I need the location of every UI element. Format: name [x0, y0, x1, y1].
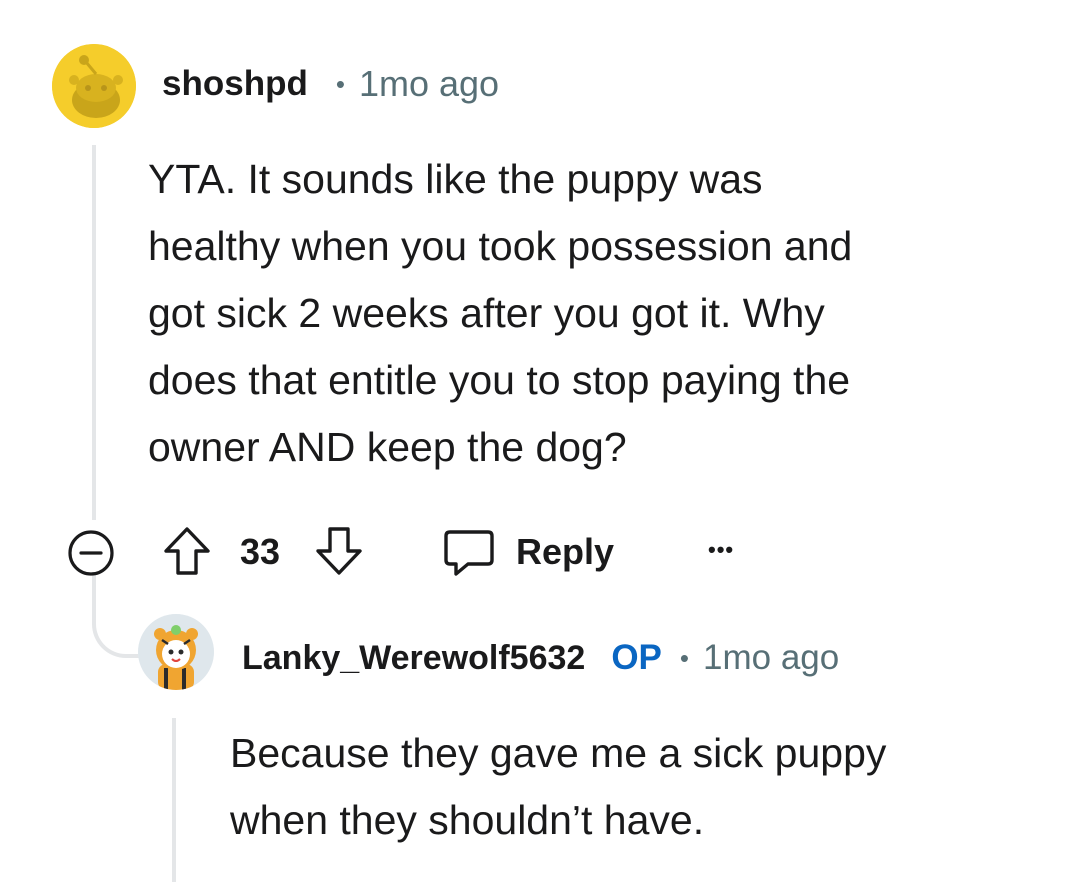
vote-score: 33	[240, 531, 281, 572]
reply-body-line: when they shouldn’t have.	[230, 797, 705, 843]
minus-circle-icon	[68, 530, 114, 576]
tiger-avatar-icon	[138, 614, 214, 690]
snoo-avatar-icon	[52, 44, 136, 128]
comment-body-line: does that entitle you to stop paying the	[148, 357, 851, 403]
op-badge: OP	[611, 638, 662, 677]
comment-header: shoshpd • 1mo ago	[162, 60, 499, 108]
comment-timestamp[interactable]: 1mo ago	[359, 63, 499, 105]
reply-timestamp[interactable]: 1mo ago	[703, 638, 839, 678]
avatar[interactable]	[52, 44, 136, 128]
reply-label: Reply	[516, 531, 615, 572]
thread-elbow	[92, 590, 144, 658]
more-options-button[interactable]: •••	[708, 530, 734, 570]
ellipsis-icon: •••	[708, 537, 735, 562]
reply-avatar[interactable]	[138, 614, 214, 690]
comment-author[interactable]: shoshpd	[162, 64, 308, 104]
comment-body-line: healthy when you took possession and	[148, 223, 853, 269]
reply-body-line: Because they gave me a sick puppy	[230, 730, 887, 776]
arrow-up-icon	[164, 527, 210, 575]
collapse-button[interactable]	[66, 528, 116, 578]
comment-body-line: YTA. It sounds like the puppy was	[148, 156, 763, 202]
downvote-button[interactable]	[312, 524, 366, 578]
comment-body-line: owner AND keep the dog?	[148, 424, 627, 470]
reply-author[interactable]: Lanky_Werewolf5632	[242, 639, 585, 678]
reply-button[interactable]: Reply	[442, 524, 614, 580]
comment-body: YTA. It sounds like the puppy was health…	[148, 146, 1048, 481]
reply-header: Lanky_Werewolf5632 OP • 1mo ago	[242, 634, 839, 682]
thread-line-reply	[172, 718, 176, 882]
reply-body: Because they gave me a sick puppy when t…	[230, 720, 1050, 854]
comment-body-line: got sick 2 weeks after you got it. Why	[148, 290, 825, 336]
thread-line-main	[92, 145, 96, 520]
separator-dot: •	[335, 68, 345, 99]
separator-dot: •	[679, 642, 690, 673]
speech-bubble-icon	[444, 530, 494, 576]
upvote-button[interactable]	[160, 524, 214, 578]
arrow-down-icon	[316, 527, 362, 575]
